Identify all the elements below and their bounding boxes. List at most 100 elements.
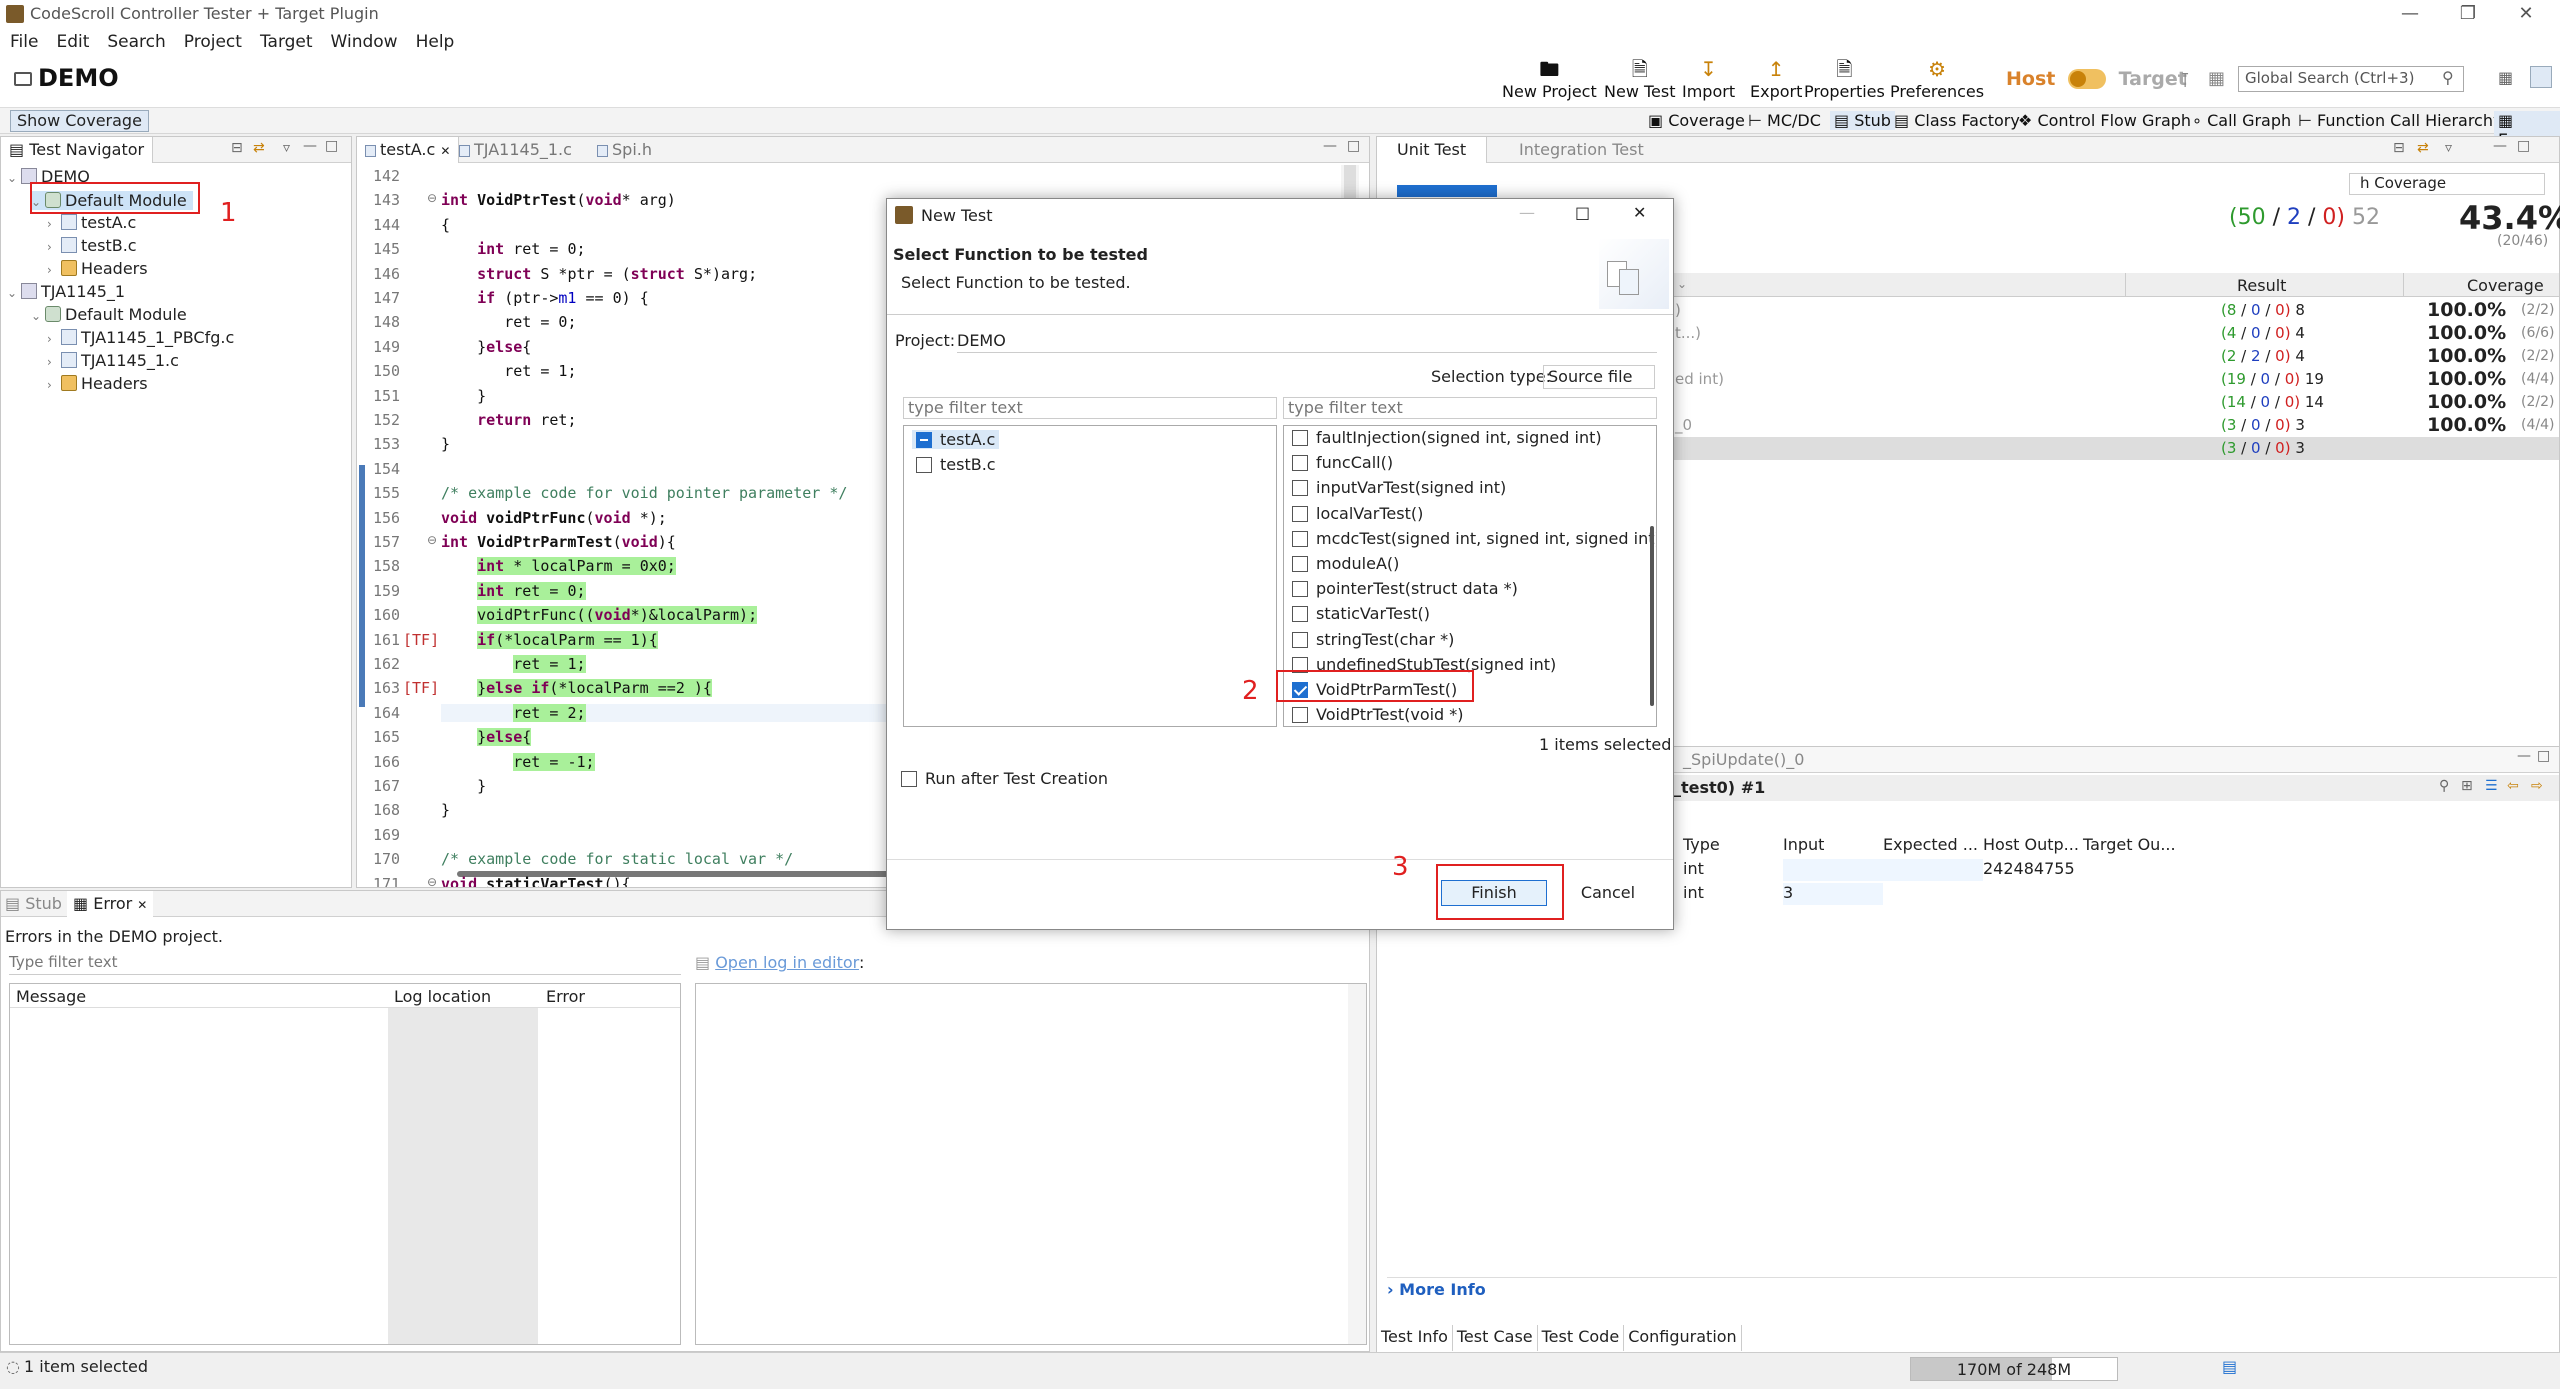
more-info-toggle[interactable]: › More Info	[1387, 1277, 2557, 1301]
column-message[interactable]: Message	[16, 987, 86, 1006]
tab-testa[interactable]: testA.c ✕	[357, 137, 460, 163]
function-checkbox[interactable]	[1292, 505, 1308, 522]
close-icon[interactable]: ✕	[1633, 203, 1646, 222]
chevron-down-icon[interactable]: ⌄	[31, 309, 45, 323]
chevron-right-icon[interactable]: ›	[47, 355, 61, 369]
properties-button[interactable]: 🗎 Properties	[1804, 58, 1885, 101]
cell-input[interactable]	[1783, 859, 1883, 881]
list-item[interactable]: testA.c	[912, 430, 1000, 449]
global-search-input[interactable]: Global Search (Ctrl+3)	[2238, 66, 2464, 92]
minimize-icon[interactable]: —	[1519, 203, 1535, 222]
list-item[interactable]: mcdcTest(signed int, signed int, signed …	[1292, 529, 1656, 548]
chevron-right-icon[interactable]: ›	[47, 332, 61, 346]
restore-icon[interactable]: ❐	[2448, 2, 2488, 26]
chevron-right-icon[interactable]: ›	[47, 378, 61, 392]
filter-icon[interactable]: ⊺	[2180, 68, 2190, 92]
list-item[interactable]: staticVarTest()	[1292, 604, 1430, 623]
column-log-location[interactable]: Log location	[394, 987, 491, 1006]
maximize-icon[interactable]: □	[1575, 203, 1590, 222]
tree-node-headers[interactable]: › Headers	[47, 259, 148, 278]
menu-project[interactable]: Project	[184, 32, 242, 52]
tab-unit-test[interactable]: Unit Test	[1377, 137, 1488, 163]
function-list-scrollbar[interactable]	[1650, 526, 1654, 706]
minimize-view-icon[interactable]: —	[2517, 748, 2531, 764]
tree-node-headers-2[interactable]: › Headers	[47, 374, 148, 393]
column-coverage[interactable]: Coverage	[2467, 276, 2544, 295]
fold-icon[interactable]: ⊖	[427, 875, 437, 887]
function-checkbox[interactable]	[1292, 631, 1308, 648]
list-item[interactable]: faultInjection(signed int, signed int)	[1292, 428, 1602, 447]
tree-node-tja1145[interactable]: ⌄ TJA1145_1	[7, 282, 125, 301]
close-tab-icon[interactable]: ✕	[440, 144, 450, 158]
tree-node-default-module-2[interactable]: ⌄ Default Module	[31, 305, 187, 324]
tab-tja1145[interactable]: TJA1145_1.c	[459, 140, 572, 159]
perspective-active-icon[interactable]	[2530, 66, 2552, 88]
tab-spi-h[interactable]: Spi.h	[597, 140, 652, 159]
open-log-link[interactable]: Open log in editor	[715, 953, 859, 972]
function-checkbox[interactable]	[1292, 606, 1308, 623]
column-error[interactable]: Error	[546, 987, 585, 1006]
function-checkbox[interactable]	[1292, 530, 1308, 547]
selection-type-select[interactable]: Source file	[1543, 365, 1655, 389]
log-viewer[interactable]	[695, 983, 1367, 1345]
run-button[interactable]	[1397, 185, 1497, 197]
menu-help[interactable]: Help	[416, 32, 455, 52]
menu-search[interactable]: Search	[107, 32, 165, 52]
maximize-view-icon[interactable]: □	[2537, 748, 2550, 764]
list-item[interactable]: VoidPtrTest(void *)	[1292, 705, 1464, 724]
cell-expected[interactable]	[1883, 883, 1983, 905]
tree-node-testa[interactable]: › testA.c	[47, 213, 136, 232]
host-target-toggle[interactable]: Host Target	[2006, 68, 2187, 90]
menu-target[interactable]: Target	[260, 32, 313, 52]
garbage-collect-icon[interactable]: ▤	[2222, 1357, 2237, 1376]
chevron-right-icon[interactable]: ›	[47, 240, 61, 254]
new-project-button[interactable]: 🖿 New Project	[1502, 58, 1597, 101]
toggle-switch[interactable]	[2067, 69, 2106, 89]
collapse-all-icon[interactable]: ⊟	[231, 140, 243, 156]
view-menu-icon[interactable]: ▿	[2445, 140, 2452, 156]
table-row[interactable]: int 242484755	[1683, 859, 2183, 881]
collapse-icon[interactable]: ⊟	[2393, 140, 2405, 156]
mcdc-view-button[interactable]: ⊢ MC/DC	[1748, 111, 1821, 130]
tree-icon[interactable]: ⊞	[2461, 778, 2473, 794]
close-tab-icon[interactable]: ✕	[137, 898, 147, 912]
list-icon[interactable]: ☰	[2485, 778, 2498, 794]
minimize-view-icon[interactable]: —	[1323, 138, 1337, 154]
minimize-view-icon[interactable]: —	[303, 138, 317, 154]
tree-node-tja1145-c[interactable]: › TJA1145_1.c	[47, 351, 179, 370]
forward-icon[interactable]: ⇨	[2531, 778, 2543, 794]
list-item[interactable]: moduleA()	[1292, 554, 1399, 573]
tree-node-testb[interactable]: › testB.c	[47, 236, 137, 255]
tab-test-navigator[interactable]: ▤ Test Navigator	[1, 137, 154, 163]
tab-test-info[interactable]: Test Info	[1377, 1325, 1453, 1351]
tab-error[interactable]: ▦ Error ✕	[67, 891, 154, 917]
list-item[interactable]: localVarTest()	[1292, 504, 1423, 523]
function-checkbox[interactable]	[1292, 430, 1308, 446]
tab-integration-test[interactable]: Integration Test	[1519, 140, 1644, 159]
chevron-right-icon[interactable]: ›	[47, 263, 61, 277]
run-after-creation[interactable]: Run after Test Creation	[901, 769, 1108, 788]
coverage-view-button[interactable]: ▣ Coverage	[1648, 111, 1745, 130]
maximize-view-icon[interactable]: □	[2517, 138, 2530, 154]
menu-edit[interactable]: Edit	[56, 32, 89, 52]
function-filter-input[interactable]: type filter text	[1283, 397, 1657, 419]
cancel-button[interactable]: Cancel	[1555, 880, 1661, 906]
list-item[interactable]: testB.c	[912, 455, 1000, 474]
list-item[interactable]: funcCall()	[1292, 453, 1393, 472]
file-filter-input[interactable]: type filter text	[903, 397, 1277, 419]
search-icon[interactable]: ⚲	[2439, 778, 2449, 794]
maximize-view-icon[interactable]: □	[325, 138, 338, 154]
link-editor-icon[interactable]: ⇄	[253, 140, 265, 156]
menu-window[interactable]: Window	[331, 32, 398, 52]
vertical-scrollbar[interactable]	[1348, 984, 1366, 1344]
column-result[interactable]: Result	[2237, 276, 2286, 295]
cell-input[interactable]: 3	[1783, 883, 1883, 905]
file-checkbox[interactable]	[916, 457, 932, 473]
tab-stub[interactable]: ▤ Stub	[5, 894, 62, 913]
list-item[interactable]: pointerTest(struct data *)	[1292, 579, 1518, 598]
error-filter-input[interactable]: Type filter text	[9, 953, 681, 975]
function-call-hierarchy-button[interactable]: ⊢ Function Call Hierarchy	[2298, 111, 2502, 130]
chevron-down-icon[interactable]: ⌄	[7, 286, 21, 300]
call-graph-button[interactable]: ∘ Call Graph	[2192, 111, 2291, 130]
sort-chevron-icon[interactable]: ⌄	[1677, 277, 1687, 291]
